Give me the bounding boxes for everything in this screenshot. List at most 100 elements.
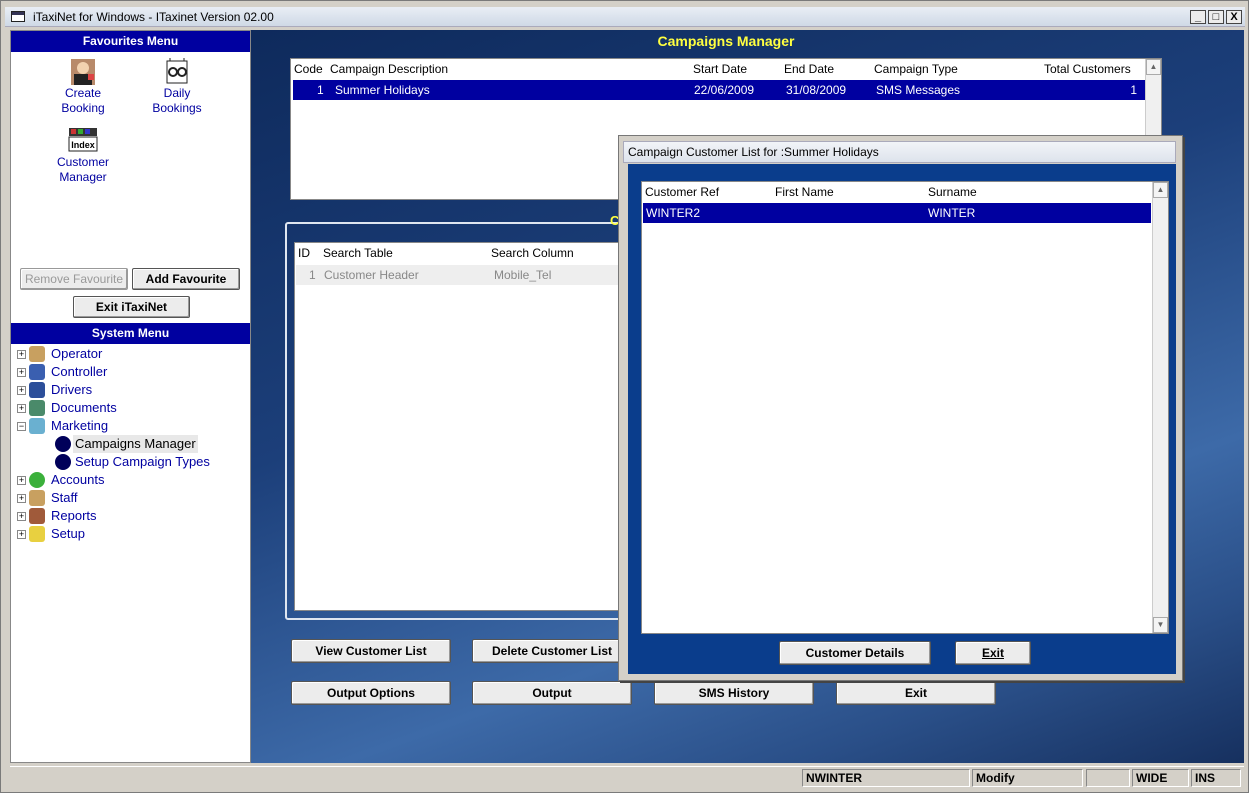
expand-icon[interactable]: + xyxy=(17,386,26,395)
col-header-search-table[interactable]: Search Table xyxy=(323,243,393,263)
maximize-button[interactable]: □ xyxy=(1208,10,1224,24)
fav-label: Customer xyxy=(56,155,109,169)
index-card-icon: Index xyxy=(68,127,98,155)
page-title: Campaigns Manager xyxy=(657,33,795,49)
scroll-up-icon[interactable]: ▲ xyxy=(1153,182,1168,198)
customer-scrollbar[interactable]: ▲ ▼ xyxy=(1152,182,1168,633)
col-header-campaign-type[interactable]: Campaign Type xyxy=(874,59,958,79)
expand-icon[interactable]: + xyxy=(17,494,26,503)
tree-label: Campaigns Manager xyxy=(73,435,198,453)
expand-icon[interactable]: + xyxy=(17,512,26,521)
table-row[interactable]: 1 Summer Holidays 22/06/2009 31/08/2009 … xyxy=(293,80,1145,100)
fav-create-booking[interactable]: Create Booking xyxy=(53,58,113,116)
tree-label: Setup Campaign Types xyxy=(75,454,210,469)
tree-label: Setup xyxy=(51,526,85,541)
fav-label: Booking xyxy=(61,101,105,115)
expand-icon[interactable]: + xyxy=(17,530,26,539)
minimize-button[interactable]: _ xyxy=(1190,10,1206,24)
controller-icon xyxy=(29,364,45,380)
operator-icon xyxy=(29,346,45,362)
reports-icon xyxy=(29,508,45,524)
customer-list-dialog: Campaign Customer List for :Summer Holid… xyxy=(618,135,1183,681)
col-header-customer-ref[interactable]: Customer Ref xyxy=(645,182,719,202)
expand-icon[interactable]: + xyxy=(17,476,26,485)
documents-icon xyxy=(29,400,45,416)
col-header-id[interactable]: ID xyxy=(298,243,310,263)
criteria-table: ID Search Table Search Column 1 Customer… xyxy=(294,242,624,611)
output-button[interactable]: Output xyxy=(472,681,632,705)
exit-button[interactable]: Exit xyxy=(836,681,996,705)
cell-code: 1 xyxy=(317,83,324,97)
cell-search-column: Mobile_Tel xyxy=(494,268,552,282)
index-icon-text: Index xyxy=(71,140,95,150)
close-button[interactable]: X xyxy=(1226,10,1242,24)
dialog-exit-button[interactable]: Exit xyxy=(955,641,1031,665)
expand-icon[interactable]: + xyxy=(17,368,26,377)
col-header-first-name[interactable]: First Name xyxy=(775,182,834,202)
collapse-icon[interactable]: − xyxy=(17,422,26,431)
cell-customer-ref: WINTER2 xyxy=(646,206,700,220)
window-title: iTaxiNet for Windows - ITaxinet Version … xyxy=(33,10,274,24)
marketing-icon xyxy=(29,418,45,434)
status-mode: Modify xyxy=(972,769,1083,787)
driver-icon xyxy=(29,382,45,398)
cell-start-date: 22/06/2009 xyxy=(694,83,755,97)
cell-search-table: Customer Header xyxy=(324,268,419,282)
setup-icon xyxy=(29,526,45,542)
col-header-end-date[interactable]: End Date xyxy=(784,59,834,79)
col-header-start-date[interactable]: Start Date xyxy=(693,59,747,79)
col-header-surname[interactable]: Surname xyxy=(928,182,977,202)
view-customer-list-button[interactable]: View Customer List xyxy=(291,639,451,663)
cell-surname: WINTER xyxy=(928,206,976,220)
cell-campaign-type: SMS Messages xyxy=(876,83,961,97)
col-header-code[interactable]: Code xyxy=(294,59,323,79)
info-icon xyxy=(55,436,71,452)
tree-label: Staff xyxy=(51,490,78,505)
favourites-header: Favourites Menu xyxy=(11,31,250,52)
status-user: NWINTER xyxy=(802,769,970,787)
app-window: iTaxiNet for Windows - ITaxinet Version … xyxy=(0,0,1249,793)
fav-customer-manager[interactable]: Index Customer Manager xyxy=(51,127,115,185)
status-bar: NWINTER Modify WIDE INS xyxy=(10,766,1244,788)
customer-details-button[interactable]: Customer Details xyxy=(779,641,931,665)
cell-id: 1 xyxy=(309,268,316,282)
exit-itaxinet-button[interactable]: Exit iTaxiNet xyxy=(73,296,190,318)
tree-label: Marketing xyxy=(51,418,109,433)
scroll-up-icon[interactable]: ▲ xyxy=(1146,59,1161,75)
col-header-description[interactable]: Campaign Description xyxy=(330,59,448,79)
tree-label: Operator xyxy=(51,346,103,361)
system-menu-header: System Menu xyxy=(11,323,250,344)
table-row[interactable]: 1 Customer Header Mobile_Tel xyxy=(296,265,624,285)
app-icon xyxy=(11,11,25,22)
tree-label: Controller xyxy=(51,364,108,379)
scroll-down-icon[interactable]: ▼ xyxy=(1153,617,1168,633)
col-header-search-column[interactable]: Search Column xyxy=(491,243,574,263)
cell-end-date: 31/08/2009 xyxy=(786,83,847,97)
customer-table: Customer Ref First Name Surname WINTER2 … xyxy=(641,181,1169,634)
cell-description: Summer Holidays xyxy=(335,83,430,97)
staff-icon xyxy=(29,490,45,506)
calendar-glasses-icon xyxy=(162,58,192,86)
dialog-body: Customer Ref First Name Surname WINTER2 … xyxy=(628,164,1176,674)
sms-history-button[interactable]: SMS History xyxy=(654,681,814,705)
fav-daily-bookings[interactable]: Daily Bookings xyxy=(145,58,209,116)
remove-favourite-button[interactable]: Remove Favourite xyxy=(20,268,128,290)
delete-customer-list-button[interactable]: Delete Customer List xyxy=(472,639,632,663)
status-ins: INS xyxy=(1191,769,1241,787)
table-row[interactable]: WINTER2 WINTER xyxy=(643,203,1151,223)
title-bar: iTaxiNet for Windows - ITaxinet Version … xyxy=(5,7,1245,27)
add-favourite-button[interactable]: Add Favourite xyxy=(132,268,240,290)
output-options-button[interactable]: Output Options xyxy=(291,681,451,705)
info-icon xyxy=(55,454,71,470)
expand-icon[interactable]: + xyxy=(17,350,26,359)
left-pane: Favourites Menu Create Booking Daily Boo… xyxy=(10,30,251,763)
dialog-title: Campaign Customer List for :Summer Holid… xyxy=(623,141,1176,163)
col-header-total-customers[interactable]: Total Customers xyxy=(1044,59,1131,79)
fav-label: Daily xyxy=(163,86,191,100)
expand-icon[interactable]: + xyxy=(17,404,26,413)
tree-label: Accounts xyxy=(51,472,105,487)
tree-label: Reports xyxy=(51,508,97,523)
fav-label: Manager xyxy=(59,170,107,184)
cell-total: 1 xyxy=(1130,83,1137,97)
person-photo-icon xyxy=(68,58,98,86)
